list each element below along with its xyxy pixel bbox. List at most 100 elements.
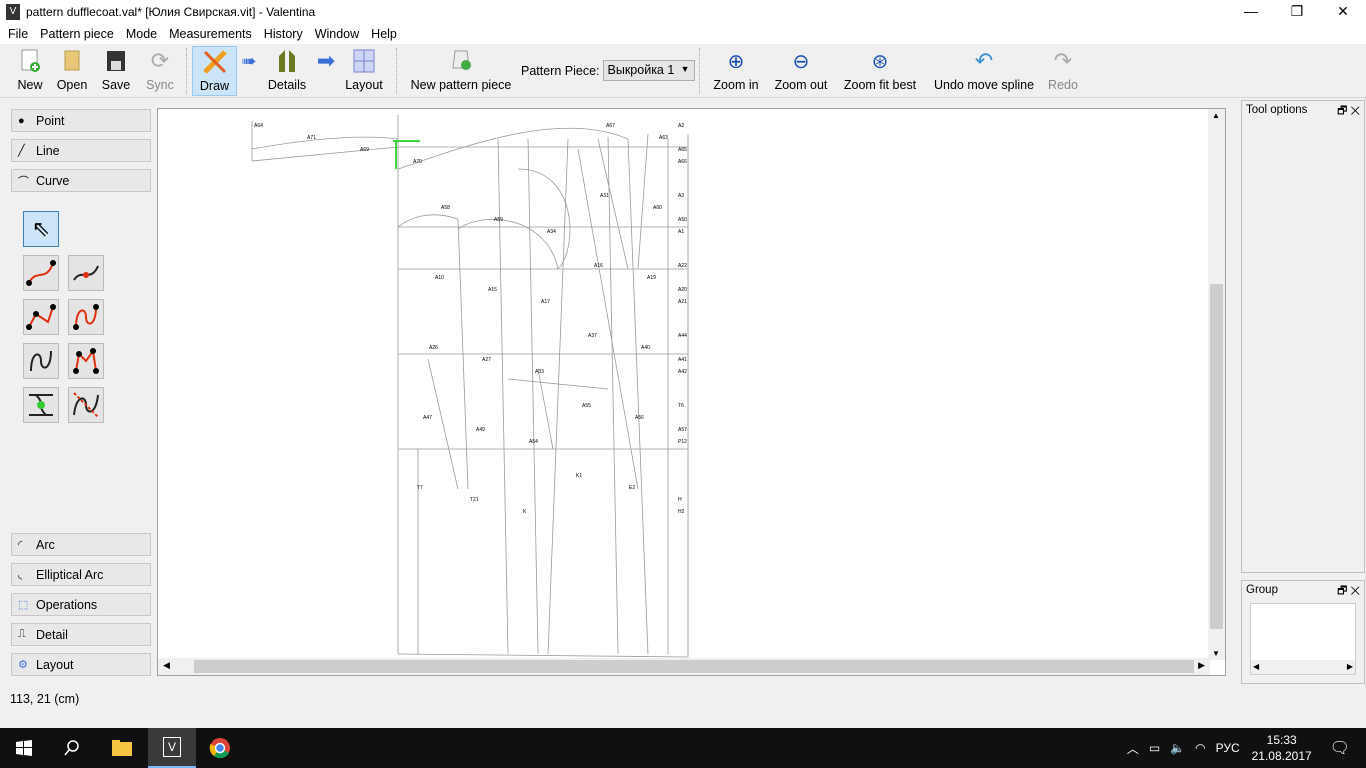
new-pattern-piece-button[interactable]: New pattern piece [406, 46, 516, 96]
valentina-taskbar-icon[interactable]: V [148, 728, 196, 768]
point-label: A44 [678, 333, 687, 339]
file-explorer-icon[interactable] [98, 728, 146, 768]
menu-window[interactable]: Window [309, 27, 365, 41]
point-label: T7 [417, 485, 423, 491]
search-icon[interactable] [48, 728, 96, 768]
layout-mode-button[interactable]: Layout [342, 46, 386, 96]
drawing-canvas[interactable]: A64 A71 A69 A70 A67 A63 A65 A66 A2 A58 A59 A34 A31 A6… [157, 108, 1226, 676]
save-button[interactable]: Save [98, 46, 134, 96]
arrow-icon: ➠ [241, 50, 257, 71]
zoom-fit-best-button[interactable]: ⊛ Zoom fit best [840, 46, 920, 96]
clock[interactable]: 15:33 21.08.2017 [1252, 732, 1312, 764]
menu-history[interactable]: History [258, 27, 309, 41]
horizontal-scrollbar[interactable]: ◀ ▶ [158, 658, 1210, 675]
cubic-path-icon [73, 348, 99, 374]
close-button[interactable]: ✕ [1320, 0, 1366, 24]
details-icon [264, 46, 310, 76]
cubic-spline-tool[interactable] [23, 299, 59, 335]
title-bar: V pattern dufflecoat.val* [Юлия Свирская… [0, 0, 1366, 24]
vertical-scrollbar[interactable]: ▲ ▼ [1208, 109, 1225, 660]
group-list[interactable]: ◀ ▶ [1250, 603, 1356, 675]
minimize-button[interactable]: — [1228, 0, 1274, 24]
pattern-piece-select[interactable]: Выкройка 1 [602, 60, 695, 81]
point-label: K1 [576, 473, 582, 479]
point-label: T21 [470, 497, 479, 503]
point-label: A49 [476, 427, 485, 433]
cubic-spline-path-tool[interactable] [68, 343, 104, 379]
point-label: A57 [678, 427, 687, 433]
details-mode-button[interactable]: Details [264, 46, 310, 96]
dock-float-close-icons[interactable]: 🗗 ✕ [1337, 582, 1360, 601]
undo-button[interactable]: ↶ Undo move spline [930, 46, 1038, 96]
curve-icon: ⌒ [18, 175, 29, 188]
pattern-curve [517, 168, 571, 270]
layout-group-button[interactable]: ⚙ Layout [11, 653, 151, 676]
chrome-icon[interactable] [196, 728, 244, 768]
zoom-out-button[interactable]: ⊖ Zoom out [772, 46, 830, 96]
elliptical-arc-icon: ◟ [18, 569, 23, 581]
line-group-button[interactable]: ╱ Line [11, 139, 151, 162]
intersect-icon [29, 394, 53, 416]
spline-path-tool[interactable] [68, 299, 104, 335]
menu-file[interactable]: File [2, 27, 34, 41]
operations-group-button[interactable]: ⬚ Operations [11, 593, 151, 616]
draw-mode-button[interactable]: Draw [192, 46, 237, 96]
maximize-button[interactable]: ❐ [1274, 0, 1320, 24]
cubic-spline-icon [26, 304, 56, 330]
spline-path-cubic-tool[interactable] [23, 343, 59, 379]
new-file-icon [12, 46, 48, 76]
menu-help[interactable]: Help [365, 27, 403, 41]
point-group-button[interactable]: ● Point [11, 109, 151, 132]
menu-pattern-piece[interactable]: Pattern piece [34, 27, 120, 41]
battery-icon[interactable]: ▭ [1149, 741, 1160, 755]
point-label: A55 [582, 403, 591, 409]
pointer-tool[interactable]: ⇖ [23, 211, 59, 247]
wifi-icon[interactable]: ◠ [1195, 741, 1205, 755]
volume-icon[interactable]: 🔈 [1170, 741, 1185, 755]
menu-mode[interactable]: Mode [120, 27, 163, 41]
pattern-line [607, 136, 619, 655]
pattern-line [251, 146, 399, 162]
redo-button[interactable]: ↷ Redo [1044, 46, 1082, 96]
arc-group-button[interactable]: ◜ Arc [11, 533, 151, 556]
chevron-up-icon[interactable]: ︿ [1127, 740, 1139, 757]
open-button[interactable]: Open [54, 46, 90, 96]
point-label: A37 [588, 333, 597, 339]
spline-icon [26, 260, 56, 286]
windows-start-icon[interactable] [0, 728, 48, 768]
language-indicator[interactable]: РУС [1216, 741, 1240, 755]
pattern-drawing[interactable]: A64 A71 A69 A70 A67 A63 A65 A66 A2 A58 A59 A34 A31 A6… [158, 109, 1208, 659]
point-label: A17 [541, 299, 550, 305]
sync-button[interactable]: ⟳ Sync [142, 46, 178, 96]
detail-icon: ⎍ [18, 628, 26, 640]
point-label: A21 [678, 299, 687, 305]
new-button[interactable]: New [12, 46, 48, 96]
menu-measurements[interactable]: Measurements [163, 27, 258, 41]
point-label: A63 [659, 135, 668, 141]
point-label: A27 [482, 357, 491, 363]
point-label: A50 [678, 217, 687, 223]
zoom-out-icon: ⊖ [792, 50, 810, 73]
group-scrollbar[interactable]: ◀ ▶ [1251, 660, 1355, 674]
point-label: A20 [678, 287, 687, 293]
elliptical-arc-group-button[interactable]: ◟ Elliptical Arc [11, 563, 151, 586]
point-label: H [678, 497, 682, 503]
cut-spline-tool[interactable] [68, 387, 104, 423]
detail-group-button[interactable]: ⎍ Detail [11, 623, 151, 646]
valentina-icon: V [6, 4, 20, 20]
spline-tool[interactable] [23, 255, 59, 291]
curve-intersect-tool[interactable] [23, 387, 59, 423]
dock-float-close-icons[interactable]: 🗗 ✕ [1337, 102, 1360, 121]
zoom-in-button[interactable]: ⊕ Zoom in [710, 46, 762, 96]
point-label: A33 [535, 369, 544, 375]
point-label: E2 [629, 485, 635, 491]
spline-path-point-tool[interactable] [68, 255, 104, 291]
menu-bar: File Pattern piece Mode Measurements His… [0, 24, 1366, 44]
point-label: A10 [435, 275, 444, 281]
zoom-fit-icon: ⊛ [871, 50, 889, 73]
notifications-icon[interactable]: 🗨 [1330, 738, 1350, 758]
curve-group-button[interactable]: ⌒ Curve [11, 169, 151, 192]
point-label: A19 [647, 275, 656, 281]
folder-icon [54, 46, 90, 76]
point-icon: ● [18, 114, 25, 127]
